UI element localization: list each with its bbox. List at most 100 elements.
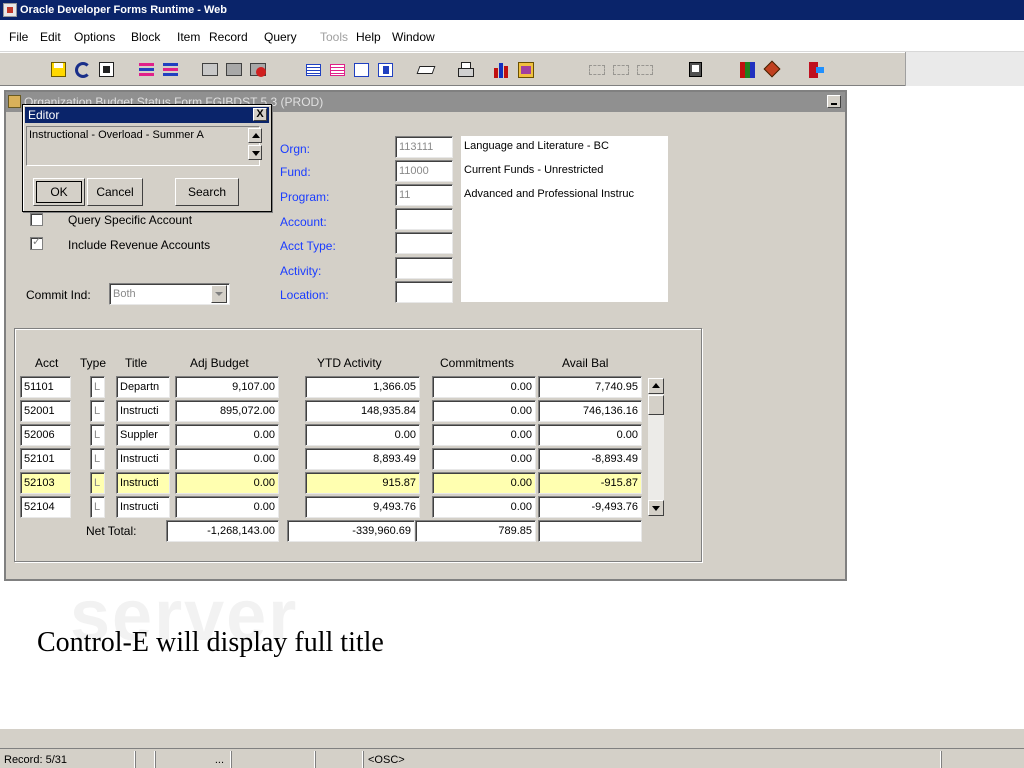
row-5-title[interactable]: Instructi bbox=[116, 472, 170, 494]
row-6-adj-budget[interactable]: 0.00 bbox=[175, 496, 279, 518]
acct-type-field[interactable] bbox=[395, 232, 453, 254]
menu-tools[interactable]: Tools bbox=[320, 30, 348, 44]
row-2-adj-budget[interactable]: 895,072.00 bbox=[175, 400, 279, 422]
search-button[interactable]: Search bbox=[175, 178, 239, 206]
net-total-avail-bal bbox=[538, 520, 642, 542]
exit-icon[interactable] bbox=[96, 59, 116, 79]
menu-query[interactable]: Query bbox=[264, 30, 297, 44]
row-4-commitments[interactable]: 0.00 bbox=[432, 448, 536, 470]
row-1-title[interactable]: Departn bbox=[116, 376, 170, 398]
tree-icon-3[interactable] bbox=[634, 59, 654, 79]
row-6-title[interactable]: Instructi bbox=[116, 496, 170, 518]
row-5-avail-bal[interactable]: -915.87 bbox=[538, 472, 642, 494]
insert-record-icon[interactable] bbox=[351, 59, 371, 79]
editor-text-area[interactable]: Instructional - Overload - Summer A bbox=[26, 126, 260, 166]
execute-query-icon[interactable] bbox=[223, 59, 243, 79]
row-4-type[interactable]: L bbox=[90, 448, 105, 470]
menu-edit[interactable]: Edit bbox=[40, 30, 61, 44]
menu-block[interactable]: Block bbox=[131, 30, 160, 44]
row-5-acct[interactable]: 52103 bbox=[20, 472, 71, 494]
fund-field[interactable]: 11000 bbox=[395, 160, 453, 182]
row-3-commitments[interactable]: 0.00 bbox=[432, 424, 536, 446]
ok-button[interactable]: OK bbox=[33, 178, 85, 206]
save-icon[interactable] bbox=[48, 59, 68, 79]
edit-icon[interactable] bbox=[415, 59, 436, 79]
row-6-type[interactable]: L bbox=[90, 496, 105, 518]
editor-close-button[interactable]: X bbox=[253, 108, 267, 121]
row-2-acct[interactable]: 52001 bbox=[20, 400, 71, 422]
help-book-icon[interactable] bbox=[737, 59, 757, 79]
undo-icon[interactable] bbox=[72, 59, 92, 79]
toolbar-empty-area bbox=[905, 52, 1024, 86]
row-1-ytd-activity[interactable]: 1,366.05 bbox=[305, 376, 420, 398]
commit-ind-dropdown-icon[interactable] bbox=[211, 285, 227, 303]
editor-title-bar[interactable]: Editor X bbox=[25, 107, 269, 123]
exit-door-icon[interactable] bbox=[805, 59, 825, 79]
print-icon[interactable] bbox=[455, 59, 475, 79]
include-revenue-accounts-checkbox[interactable] bbox=[30, 235, 43, 250]
row-2-title[interactable]: Instructi bbox=[116, 400, 170, 422]
grid-scroll-thumb[interactable] bbox=[648, 395, 664, 415]
row-1-type[interactable]: L bbox=[90, 376, 105, 398]
menu-window[interactable]: Window bbox=[392, 30, 435, 44]
editor-scroll-down-button[interactable] bbox=[248, 145, 262, 160]
fund-label: Fund: bbox=[280, 165, 311, 179]
enter-query-icon[interactable] bbox=[199, 59, 219, 79]
previous-block-icon[interactable] bbox=[136, 59, 156, 79]
row-2-type[interactable]: L bbox=[90, 400, 105, 422]
row-4-ytd-activity[interactable]: 8,893.49 bbox=[305, 448, 420, 470]
row-3-type[interactable]: L bbox=[90, 424, 105, 446]
row-3-avail-bal[interactable]: 0.00 bbox=[538, 424, 642, 446]
diamond-icon[interactable] bbox=[761, 59, 781, 79]
location-field[interactable] bbox=[395, 281, 453, 303]
tree-icon-2[interactable] bbox=[610, 59, 630, 79]
calculator-icon[interactable] bbox=[515, 59, 535, 79]
copy-icon[interactable] bbox=[685, 59, 705, 79]
chart-icon[interactable] bbox=[491, 59, 511, 79]
grid-scroll-down-button[interactable] bbox=[648, 500, 664, 516]
row-1-commitments[interactable]: 0.00 bbox=[432, 376, 536, 398]
row-3-title[interactable]: Suppler bbox=[116, 424, 170, 446]
row-5-ytd-activity[interactable]: 915.87 bbox=[305, 472, 420, 494]
cancel-button[interactable]: Cancel bbox=[87, 178, 143, 206]
grid-scroll-up-button[interactable] bbox=[648, 378, 664, 394]
row-5-type[interactable]: L bbox=[90, 472, 105, 494]
row-2-commitments[interactable]: 0.00 bbox=[432, 400, 536, 422]
menu-file[interactable]: File bbox=[9, 30, 28, 44]
menu-item[interactable]: Item bbox=[177, 30, 200, 44]
row-6-commitments[interactable]: 0.00 bbox=[432, 496, 536, 518]
row-3-acct[interactable]: 52006 bbox=[20, 424, 71, 446]
delete-record-icon[interactable] bbox=[375, 59, 395, 79]
row-4-title[interactable]: Instructi bbox=[116, 448, 170, 470]
row-6-avail-bal[interactable]: -9,493.76 bbox=[538, 496, 642, 518]
row-4-adj-budget[interactable]: 0.00 bbox=[175, 448, 279, 470]
menu-help[interactable]: Help bbox=[356, 30, 381, 44]
previous-record-icon[interactable] bbox=[303, 59, 323, 79]
next-record-icon[interactable] bbox=[327, 59, 347, 79]
row-2-ytd-activity[interactable]: 148,935.84 bbox=[305, 400, 420, 422]
row-5-commitments[interactable]: 0.00 bbox=[432, 472, 536, 494]
row-6-acct[interactable]: 52104 bbox=[20, 496, 71, 518]
row-4-acct[interactable]: 52101 bbox=[20, 448, 71, 470]
program-field[interactable]: 11 bbox=[395, 184, 453, 206]
row-1-avail-bal[interactable]: 7,740.95 bbox=[538, 376, 642, 398]
query-specific-account-checkbox[interactable] bbox=[30, 213, 43, 226]
cancel-query-icon[interactable] bbox=[247, 59, 267, 79]
row-2-avail-bal[interactable]: 746,136.16 bbox=[538, 400, 642, 422]
next-block-icon[interactable] bbox=[160, 59, 180, 79]
menu-options[interactable]: Options bbox=[74, 30, 115, 44]
menu-record[interactable]: Record bbox=[209, 30, 248, 44]
tree-icon-1[interactable] bbox=[586, 59, 606, 79]
row-6-ytd-activity[interactable]: 9,493.76 bbox=[305, 496, 420, 518]
row-3-ytd-activity[interactable]: 0.00 bbox=[305, 424, 420, 446]
editor-scroll-up-button[interactable] bbox=[248, 128, 262, 143]
account-field[interactable] bbox=[395, 208, 453, 230]
minimize-button[interactable] bbox=[827, 95, 841, 108]
row-1-acct[interactable]: 51101 bbox=[20, 376, 71, 398]
row-4-avail-bal[interactable]: -8,893.49 bbox=[538, 448, 642, 470]
row-1-adj-budget[interactable]: 9,107.00 bbox=[175, 376, 279, 398]
row-5-adj-budget[interactable]: 0.00 bbox=[175, 472, 279, 494]
activity-field[interactable] bbox=[395, 257, 453, 279]
orgn-field[interactable]: 113111 bbox=[395, 136, 453, 158]
row-3-adj-budget[interactable]: 0.00 bbox=[175, 424, 279, 446]
